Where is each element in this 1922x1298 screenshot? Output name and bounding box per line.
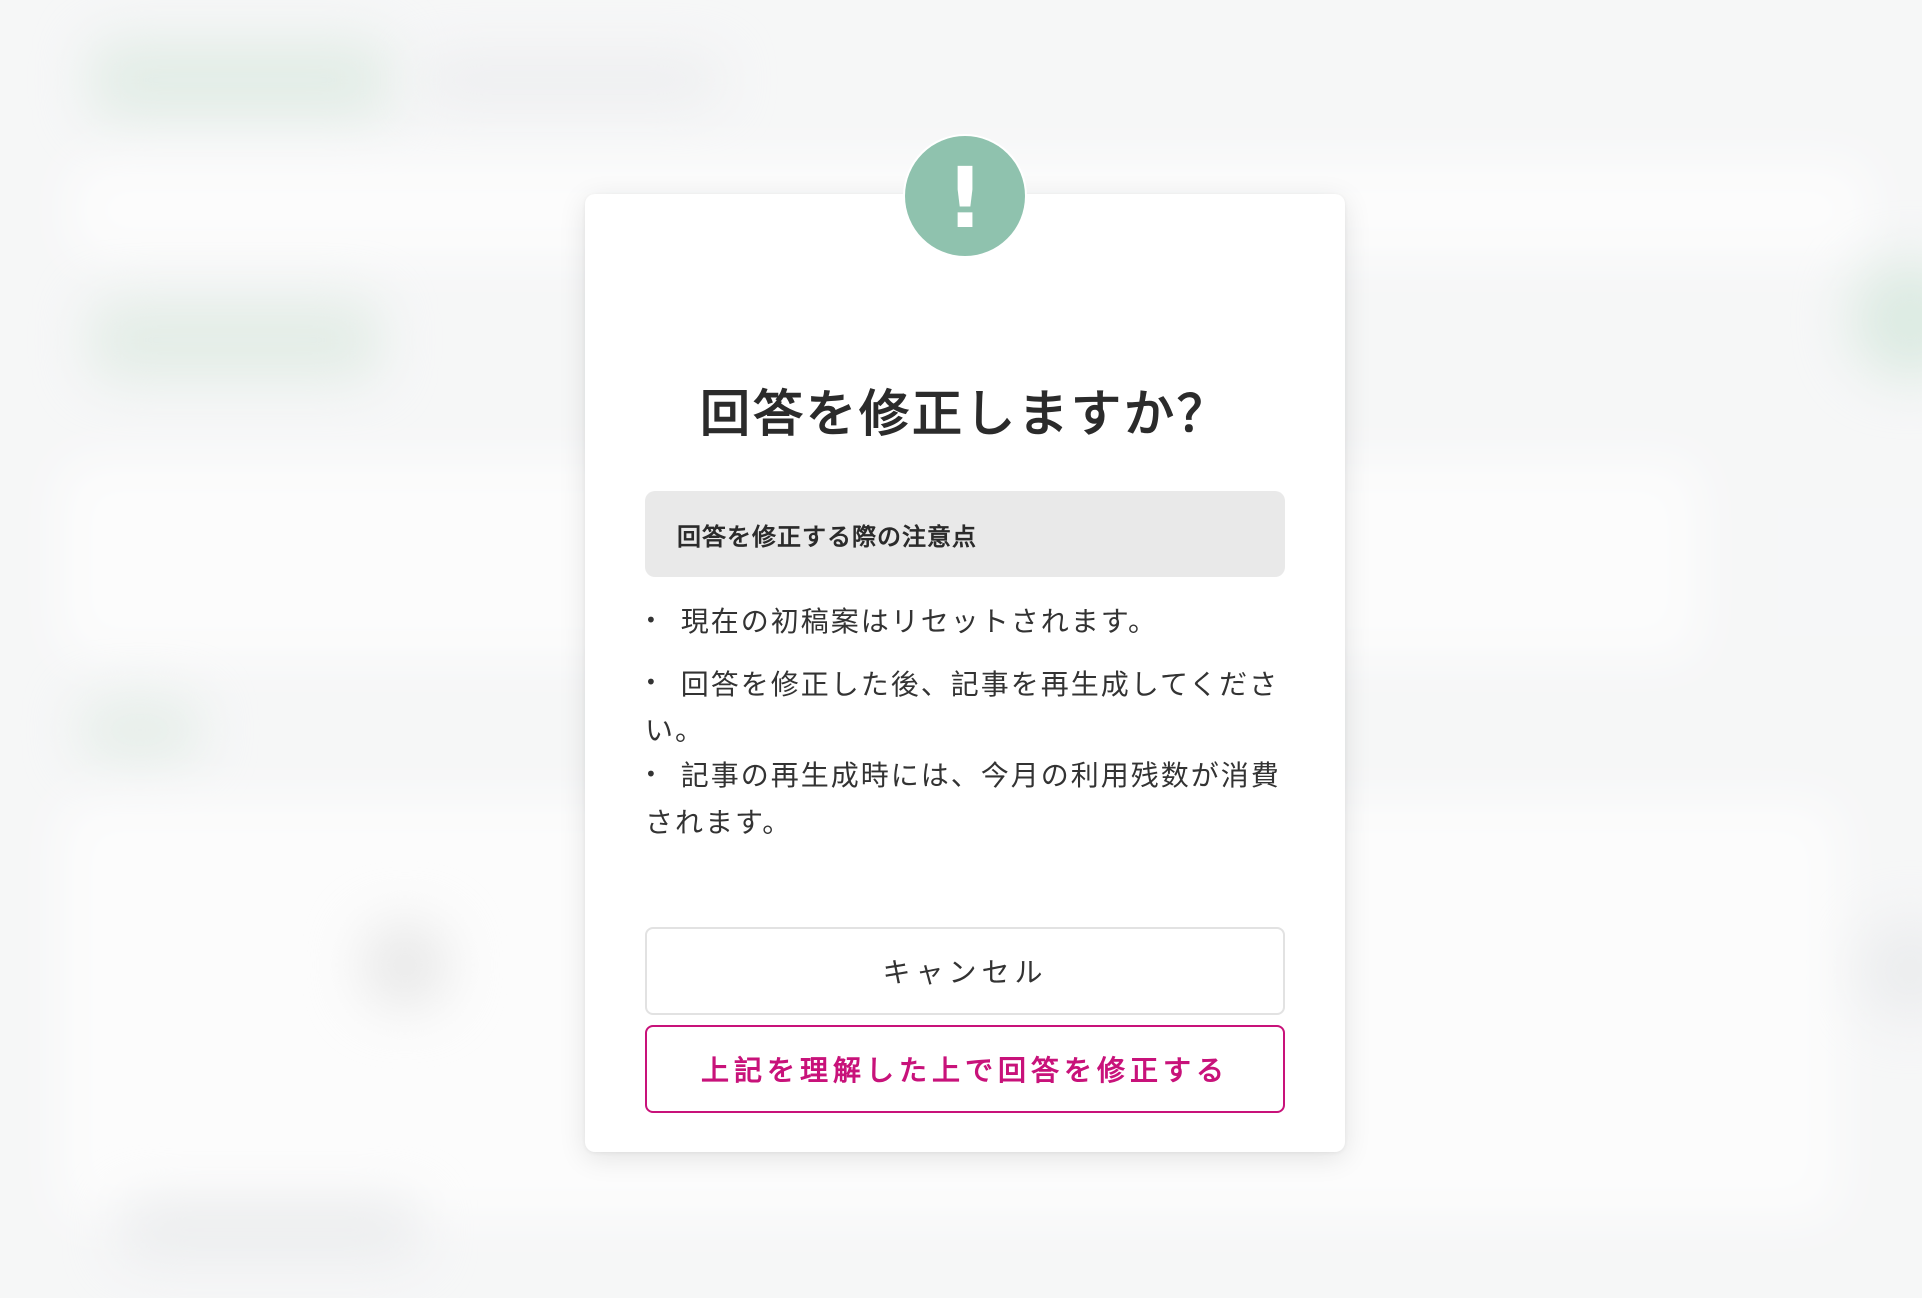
- notice-item: • 現在の初稿案はリセットされます。: [645, 599, 1285, 646]
- exclamation-icon: !: [945, 149, 985, 247]
- notice-list: • 現在の初稿案はリセットされます。 • 回答を修正した後、記事を再生成してください…: [645, 599, 1285, 845]
- bullet-icon: •: [645, 607, 659, 632]
- notice-item: • 記事の再生成時には、今月の利用残数が消費されます。: [645, 753, 1285, 845]
- notice-item-text: 現在の初稿案はリセットされます。: [680, 605, 1158, 638]
- alert-icon: !: [903, 134, 1027, 258]
- cancel-button[interactable]: キャンセル: [645, 927, 1285, 1015]
- bullet-icon: •: [645, 670, 659, 694]
- alert-icon-circle: !: [905, 136, 1025, 256]
- confirm-edit-dialog: ! 回答を修正しますか？ 回答を修正する際の注意点 • 現在の初稿案はリセットされ…: [585, 134, 1345, 1152]
- confirm-edit-button[interactable]: 上記を理解した上で回答を修正する: [645, 1025, 1285, 1113]
- notice-heading: 回答を修正する際の注意点: [677, 522, 977, 551]
- notice-item: • 回答を修正した後、記事を再生成してください。: [645, 662, 1285, 754]
- notice-item-text: 記事の再生成時には、今月の利用残数が消費されます。: [645, 759, 1281, 839]
- notice-item-text: 回答を修正した後、記事を再生成してください。: [645, 667, 1280, 748]
- dialog-title: 回答を修正しますか？: [700, 385, 1230, 443]
- notice-box: 回答を修正する際の注意点: [645, 491, 1285, 577]
- bullet-icon: •: [645, 761, 659, 786]
